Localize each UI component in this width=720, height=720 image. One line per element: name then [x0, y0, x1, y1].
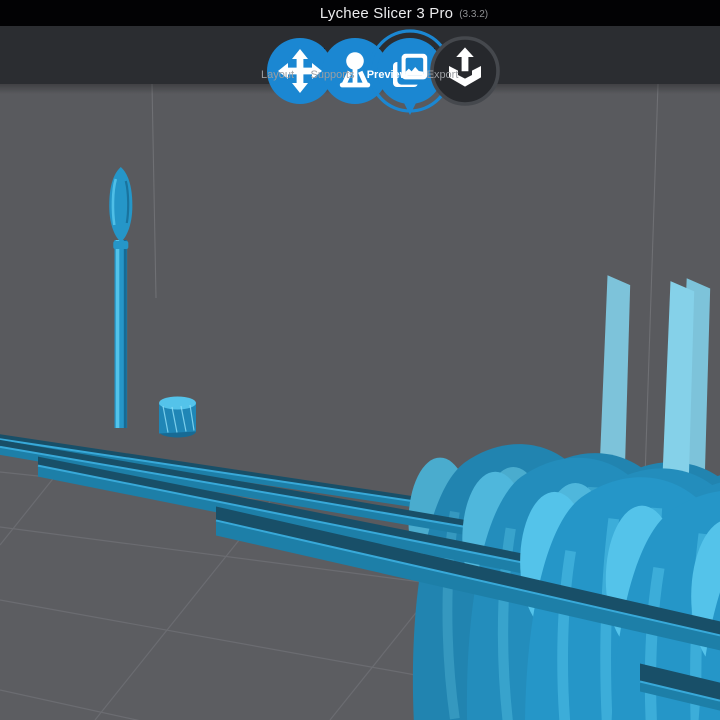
- toolbar-step-layout[interactable]: Layout: [256, 26, 344, 104]
- step-label-supports: Supports: [310, 69, 355, 81]
- app-window: Lychee Slicer 3 Pro (3.3.2) Layout Suppo…: [0, 0, 720, 720]
- app-version: (3.3.2): [459, 8, 489, 20]
- preview-button[interactable]: [366, 27, 452, 115]
- toolbar-step-export[interactable]: Export: [406, 26, 500, 106]
- drummer-drum[interactable]: [159, 396, 196, 438]
- supports-button[interactable]: [311, 27, 399, 104]
- export-button[interactable]: [421, 27, 500, 106]
- step-label-layout: Layout: [260, 69, 295, 81]
- layout-button[interactable]: [256, 27, 344, 104]
- toolbar-step-supports[interactable]: Supports: [296, 26, 399, 104]
- step-label-export: Export: [426, 69, 459, 81]
- viewport-3d[interactable]: [0, 84, 720, 720]
- step-label-preview: Preview: [366, 69, 409, 81]
- toolbar-step-preview[interactable]: Preview: [351, 26, 452, 115]
- titlebar: Lychee Slicer 3 Pro (3.3.2): [0, 0, 720, 26]
- app-title: Lychee Slicer 3 Pro: [319, 4, 454, 22]
- workflow-steps: Layout Supports Preview Export: [0, 26, 720, 115]
- workflow-toolbar: Layout Supports Preview Export: [0, 26, 720, 115]
- scene-canvas[interactable]: [0, 84, 720, 720]
